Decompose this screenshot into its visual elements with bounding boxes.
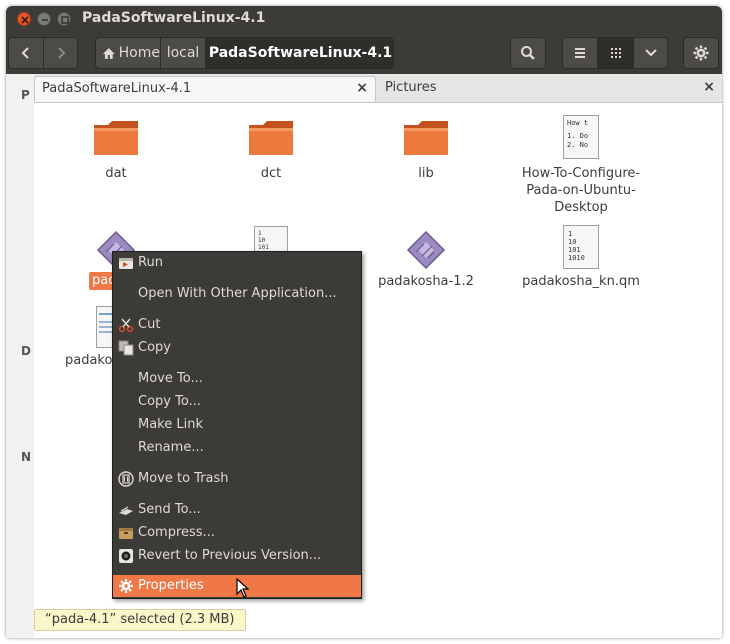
folder-icon <box>366 119 486 157</box>
view-buttons <box>562 37 668 69</box>
file-label: padakosha_kn.qm <box>522 274 640 289</box>
search-button[interactable] <box>511 38 545 68</box>
minimize-window-button[interactable] <box>37 12 51 26</box>
tab-label: Pictures <box>385 80 437 95</box>
tab-close-icon[interactable]: × <box>356 80 368 96</box>
path-local-button[interactable]: local <box>161 38 205 68</box>
grid-view-button[interactable] <box>598 38 633 68</box>
menu-item-make-link[interactable]: Make Link <box>113 414 361 436</box>
path-current-button[interactable]: PadaSoftwareLinux-4.1 <box>206 38 393 68</box>
preview-line: 2. No <box>567 141 589 149</box>
menu-item-cut[interactable]: Cut <box>113 314 361 336</box>
file-label: How-To-Configure-Pada-on-Ubuntu-Desktop <box>521 166 641 215</box>
forward-button[interactable] <box>44 38 77 68</box>
revert-icon <box>119 549 133 563</box>
file-label: dat <box>105 166 127 181</box>
search-button-group <box>510 37 546 69</box>
view-options-button[interactable] <box>634 38 667 68</box>
mouse-cursor-icon <box>236 578 250 598</box>
folder-icon <box>56 119 176 157</box>
menu-item-move-to-trash[interactable]: Move to Trash <box>113 468 361 490</box>
archive-icon <box>119 528 133 539</box>
menu-item-copy-to[interactable]: Copy To... <box>113 391 361 413</box>
window-title: PadaSoftwareLinux-4.1 <box>82 10 266 26</box>
executable-icon <box>366 230 486 270</box>
tab-close-icon[interactable]: × <box>703 79 715 95</box>
path-current-label: PadaSoftwareLinux-4.1 <box>208 45 393 61</box>
path-home-label: Home <box>118 45 160 61</box>
menu-item-open-with[interactable]: Open With Other Application... <box>113 283 361 305</box>
menu-item-revert[interactable]: Revert to Previous Version... <box>113 545 361 567</box>
file-label: padakosha-1.2 <box>378 274 474 289</box>
forward-arrow-icon <box>58 47 66 59</box>
back-button[interactable] <box>9 38 43 68</box>
copy-icon <box>118 340 134 356</box>
sidebar-heading-devices: D <box>21 344 31 358</box>
run-icon <box>119 258 133 269</box>
path-home-button[interactable]: Home <box>96 38 160 68</box>
chevron-down-icon <box>645 49 657 57</box>
preview-line: 101 <box>568 246 581 254</box>
menu-item-copy[interactable]: Copy <box>113 337 361 359</box>
status-bar: “pada-4.1” selected (2.3 MB) <box>34 609 246 631</box>
settings-button-group <box>683 37 719 69</box>
grid-view-icon <box>610 48 621 58</box>
close-icon <box>21 16 29 24</box>
sidebar-heading-places: P <box>21 88 30 102</box>
toolbar: Home local PadaSoftwareLinux-4.1 <box>6 32 722 74</box>
text-file-icon: How t 1. Do 2. No <box>521 115 641 159</box>
search-icon <box>521 46 535 60</box>
menu-item-move-to[interactable]: Move To... <box>113 368 361 390</box>
path-local-label: local <box>166 45 200 61</box>
list-view-icon <box>575 48 585 58</box>
back-arrow-icon <box>21 47 29 59</box>
sidebar-heading-network: N <box>21 450 32 464</box>
maximize-window-button[interactable] <box>57 12 71 26</box>
menu-item-send-to[interactable]: Send To... <box>113 499 361 521</box>
binary-file-icon: 1 10 101 1010 <box>521 225 641 269</box>
tab-label: PadaSoftwareLinux-4.1 <box>42 81 192 96</box>
context-menu: Run Open With Other Application... Cut C… <box>112 251 362 599</box>
list-view-button[interactable] <box>563 38 597 68</box>
path-bar: Home local PadaSoftwareLinux-4.1 <box>95 37 394 69</box>
file-label: dct <box>260 166 282 181</box>
minimize-icon <box>42 19 48 21</box>
tab-pictures[interactable]: Pictures × <box>378 76 722 102</box>
preview-line: 1 <box>568 230 573 238</box>
preview-line: 1. Do <box>567 132 589 140</box>
menu-item-rename[interactable]: Rename... <box>113 437 361 459</box>
trash-icon <box>118 471 134 487</box>
sidebar: P D N <box>6 74 34 638</box>
gear-icon <box>119 579 133 593</box>
menu-item-compress[interactable]: Compress... <box>113 522 361 544</box>
tab-bar: PadaSoftwareLinux-4.1 × Pictures × <box>34 74 722 103</box>
nav-buttons <box>8 37 78 69</box>
menu-item-run[interactable]: Run <box>113 252 361 274</box>
preview-line: How t <box>567 119 589 127</box>
gear-icon <box>693 45 709 61</box>
preview-line: 1010 <box>568 254 585 262</box>
folder-icon <box>211 119 331 157</box>
title-bar: PadaSoftwareLinux-4.1 <box>6 6 722 32</box>
preview-line: 10 <box>568 238 577 246</box>
close-window-button[interactable] <box>17 12 31 26</box>
file-label: lib <box>418 166 434 181</box>
tab-padasoftwarelinux[interactable]: PadaSoftwareLinux-4.1 × <box>34 76 376 102</box>
send-icon <box>119 506 133 515</box>
home-icon <box>102 47 115 59</box>
scissors-icon <box>118 318 134 333</box>
maximize-icon <box>61 16 69 24</box>
settings-button[interactable] <box>684 38 718 68</box>
